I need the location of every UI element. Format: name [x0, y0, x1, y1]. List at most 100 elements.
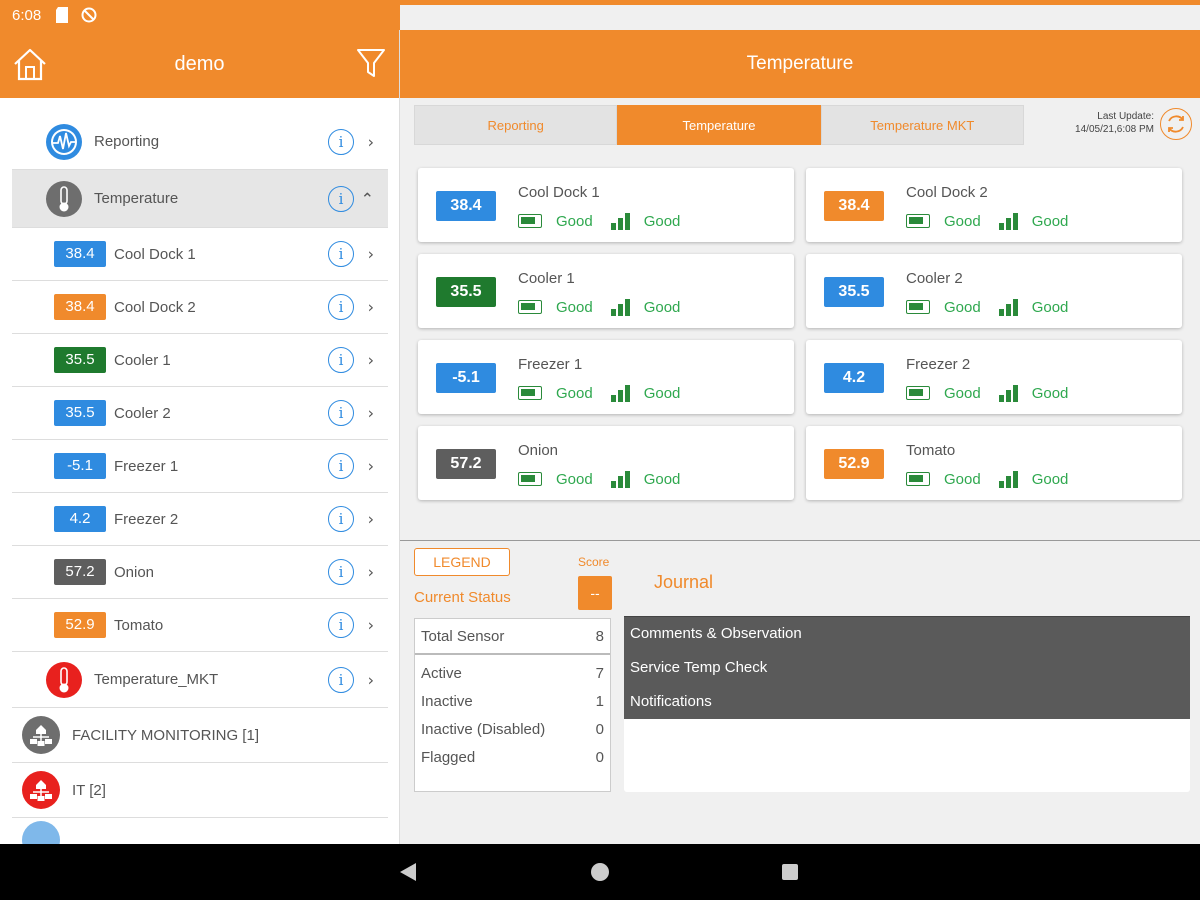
last-update-label: Last Update:: [1097, 111, 1154, 122]
stat-row-flagged: Flagged 0: [415, 743, 610, 771]
sidebar-item-temperature[interactable]: Temperature i ⌃: [12, 170, 388, 228]
battery-status: Good: [556, 212, 593, 230]
info-icon[interactable]: i: [328, 559, 354, 585]
sensor-name: Cooler 2: [906, 270, 963, 287]
signal-icon: [610, 384, 630, 402]
chevron-right-icon[interactable]: ›: [368, 298, 374, 317]
sidebar-item-cooler-1[interactable]: 35.5 Cooler 1 i ›: [12, 334, 388, 387]
refresh-icon[interactable]: [1160, 108, 1192, 140]
sidebar-item-cool-dock-1[interactable]: 38.4 Cool Dock 1 i ›: [12, 228, 388, 281]
tab-temperature-mkt[interactable]: Temperature MKT: [820, 105, 1024, 145]
sidebar-item-reporting[interactable]: Reporting i ›: [12, 114, 388, 170]
sensor-card-cooler-2[interactable]: 35.5 Cooler 2 Good Good: [806, 254, 1182, 328]
temperature-badge: -5.1: [54, 453, 106, 479]
chevron-right-icon[interactable]: ›: [368, 510, 374, 529]
sensor-name: Tomato: [906, 442, 956, 459]
battery-icon: [906, 472, 930, 486]
score-value: --: [578, 576, 612, 610]
stat-row-active: Active 7: [415, 659, 610, 687]
info-icon[interactable]: i: [328, 506, 354, 532]
sidebar-item-label: Freezer 2: [114, 510, 179, 528]
network-icon: [22, 771, 60, 809]
signal-icon: [998, 298, 1018, 316]
sensor-card-cool-dock-2[interactable]: 38.4 Cool Dock 2 Good Good: [806, 168, 1182, 242]
sidebar-category-it[interactable]: IT [2]: [12, 763, 388, 818]
sidebar-item-label: Reporting: [94, 133, 160, 150]
info-icon[interactable]: i: [328, 400, 354, 426]
info-icon[interactable]: i: [328, 294, 354, 320]
chevron-right-icon[interactable]: ›: [368, 457, 374, 476]
sensor-list: Reporting i › Temperature i ⌃ 38.4 Cool …: [12, 114, 388, 844]
stat-row-inactive: Inactive 1: [415, 687, 610, 715]
chevron-right-icon[interactable]: ›: [368, 351, 374, 370]
sidebar-item-onion[interactable]: 57.2 Onion i ›: [12, 546, 388, 599]
filter-icon[interactable]: [357, 48, 385, 83]
sensor-card-onion[interactable]: 57.2 Onion Good Good: [418, 426, 794, 500]
navigation-bar: [0, 844, 1200, 900]
signal-status: Good: [1031, 298, 1069, 316]
info-icon[interactable]: i: [328, 453, 354, 479]
signal-icon: [610, 298, 630, 316]
journal-item-notifications[interactable]: Notifications: [624, 685, 1190, 719]
info-icon[interactable]: i: [328, 347, 354, 373]
sidebar: demo Reporting i › Temperature i ⌃ 38.4 …: [0, 30, 400, 844]
stat-row-inactive-disabled: Inactive (Disabled) 0: [415, 715, 610, 743]
tab-reporting[interactable]: Reporting: [414, 105, 618, 145]
info-icon[interactable]: i: [328, 128, 354, 155]
sidebar-item-cooler-2[interactable]: 35.5 Cooler 2 i ›: [12, 387, 388, 440]
sidebar-item-cool-dock-2[interactable]: 38.4 Cool Dock 2 i ›: [12, 281, 388, 334]
temperature-badge: 4.2: [54, 506, 106, 532]
temperature-badge: -5.1: [436, 363, 496, 393]
legend-button[interactable]: LEGEND: [414, 548, 510, 576]
sensor-name: Freezer 2: [906, 356, 971, 373]
journal-item-comments[interactable]: Comments & Observation: [624, 617, 1190, 651]
sidebar-item-tomato[interactable]: 52.9 Tomato i ›: [12, 599, 388, 652]
category-label: FACILITY MONITORING [1]: [72, 726, 259, 744]
info-icon[interactable]: i: [328, 185, 354, 212]
sidebar-item-freezer-1[interactable]: -5.1 Freezer 1 i ›: [12, 440, 388, 493]
info-icon[interactable]: i: [328, 612, 354, 638]
tab-bar: Reporting Temperature Temperature MKT: [414, 105, 1024, 145]
temperature-badge: 57.2: [54, 559, 106, 585]
chevron-right-icon[interactable]: ›: [368, 563, 374, 582]
back-icon[interactable]: [400, 863, 416, 881]
battery-status: Good: [944, 470, 981, 488]
sensor-card-freezer-1[interactable]: -5.1 Freezer 1 Good Good: [418, 340, 794, 414]
temperature-badge: 38.4: [54, 241, 106, 267]
recent-apps-icon[interactable]: [782, 864, 798, 880]
sensor-card-tomato[interactable]: 52.9 Tomato Good Good: [806, 426, 1182, 500]
info-icon[interactable]: i: [328, 666, 354, 693]
stat-label: Active: [421, 664, 462, 682]
sensor-card-cooler-1[interactable]: 35.5 Cooler 1 Good Good: [418, 254, 794, 328]
info-icon[interactable]: i: [328, 241, 354, 267]
sidebar-item-freezer-2[interactable]: 4.2 Freezer 2 i ›: [12, 493, 388, 546]
sidebar-header: demo: [0, 30, 399, 98]
chevron-up-icon[interactable]: ⌃: [361, 189, 374, 208]
sidebar-item-label: Onion: [114, 563, 155, 581]
signal-status: Good: [643, 470, 681, 488]
sidebar-item-temperature-mkt[interactable]: Temperature_MKT i ›: [12, 652, 388, 708]
chevron-right-icon[interactable]: ›: [368, 132, 374, 151]
sensor-card-freezer-2[interactable]: 4.2 Freezer 2 Good Good: [806, 340, 1182, 414]
tab-temperature[interactable]: Temperature: [617, 105, 821, 145]
chevron-right-icon[interactable]: ›: [368, 245, 374, 264]
category-label: IT [2]: [72, 781, 106, 799]
status-time: 6:08: [12, 6, 42, 24]
journal-item-service-temp-check[interactable]: Service Temp Check: [624, 651, 1190, 685]
temperature-badge: 35.5: [436, 277, 496, 307]
sidebar-category-facility-monitoring[interactable]: FACILITY MONITORING [1]: [12, 708, 388, 763]
home-button-icon[interactable]: [591, 863, 609, 881]
sensor-card-cool-dock-1[interactable]: 38.4 Cool Dock 1 Good Good: [418, 168, 794, 242]
chevron-right-icon[interactable]: ›: [368, 670, 374, 689]
battery-icon: [518, 214, 542, 228]
battery-status: Good: [944, 212, 981, 230]
temperature-badge: 35.5: [824, 277, 884, 307]
signal-icon: [998, 212, 1018, 230]
signal-status: Good: [643, 384, 681, 402]
blocked-icon: [81, 7, 97, 23]
sidebar-item-label: Temperature_MKT: [94, 671, 219, 688]
chevron-right-icon[interactable]: ›: [368, 404, 374, 423]
divider: [400, 540, 1200, 541]
stat-value: 1: [595, 692, 604, 710]
chevron-right-icon[interactable]: ›: [368, 616, 374, 635]
